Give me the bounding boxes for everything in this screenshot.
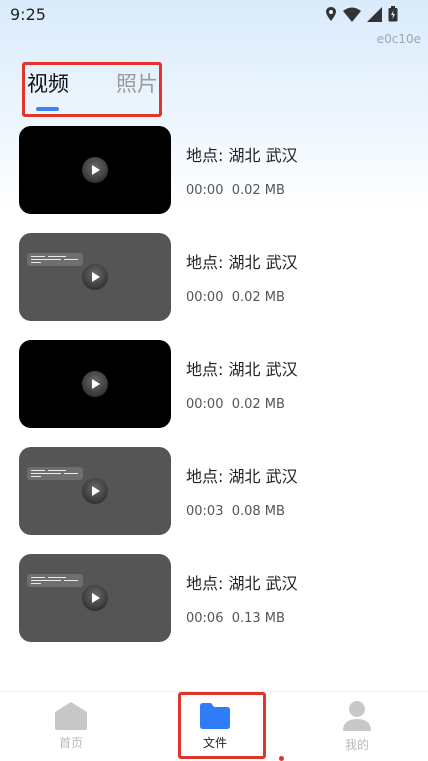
thumbnail-overlay: [27, 253, 83, 266]
video-duration: 00:00: [186, 183, 224, 198]
tab-photo[interactable]: 照片: [116, 68, 158, 98]
video-list: 地点: 湖北 武汉 00:00 0.02 MB 地点: 湖北 武汉 00:00 …: [19, 126, 419, 661]
video-location: 地点: 湖北 武汉: [186, 574, 298, 593]
video-item[interactable]: 地点: 湖北 武汉 00:00 0.02 MB: [19, 233, 419, 340]
signal-icon: [367, 6, 382, 22]
video-item[interactable]: 地点: 湖北 武汉 00:00 0.02 MB: [19, 340, 419, 447]
play-icon[interactable]: [82, 157, 108, 183]
video-thumbnail[interactable]: [19, 447, 171, 535]
video-location: 地点: 湖北 武汉: [186, 146, 298, 165]
video-meta: 00:03 0.08 MB: [186, 504, 285, 519]
video-thumbnail[interactable]: [19, 233, 171, 321]
video-thumbnail[interactable]: [19, 554, 171, 642]
video-size: 0.13 MB: [231, 611, 285, 626]
red-dot: [279, 756, 284, 761]
active-tab-indicator: [36, 107, 59, 111]
video-item[interactable]: 地点: 湖北 武汉 00:06 0.13 MB: [19, 554, 419, 661]
video-size: 0.02 MB: [231, 290, 285, 305]
wifi-icon: [343, 7, 361, 22]
video-duration: 00:03: [186, 504, 224, 519]
video-thumbnail[interactable]: [19, 126, 171, 214]
video-meta: 00:00 0.02 MB: [186, 290, 285, 305]
video-duration: 00:00: [186, 290, 224, 305]
video-meta: 00:00 0.02 MB: [186, 183, 285, 198]
video-item[interactable]: 地点: 湖北 武汉 00:00 0.02 MB: [19, 126, 419, 233]
nav-mine[interactable]: 我的: [317, 700, 397, 753]
nav-mine-label: 我的: [344, 738, 369, 752]
thumbnail-overlay: [27, 574, 83, 587]
video-meta: 00:00 0.02 MB: [186, 397, 285, 412]
media-tabs: 视频 照片: [22, 62, 162, 117]
play-icon[interactable]: [82, 264, 108, 290]
video-meta: 00:06 0.13 MB: [186, 611, 285, 626]
video-location: 地点: 湖北 武汉: [186, 253, 298, 272]
nav-home-label: 首页: [58, 736, 83, 750]
play-icon[interactable]: [82, 371, 108, 397]
status-bar: 9:25: [0, 0, 428, 30]
location-icon: [326, 7, 336, 21]
video-size: 0.02 MB: [231, 397, 285, 412]
video-size: 0.08 MB: [231, 504, 285, 519]
app-screen: 9:25 e0c10e 视频 照片 地点: 湖北 武汉 00:00 0.02 M…: [0, 0, 428, 761]
status-icons: [325, 6, 398, 22]
video-thumbnail[interactable]: [19, 340, 171, 428]
thumbnail-overlay: [27, 467, 83, 480]
battery-icon: [388, 6, 398, 22]
status-time: 9:25: [10, 5, 46, 24]
video-location: 地点: 湖北 武汉: [186, 467, 298, 486]
video-duration: 00:00: [186, 397, 224, 412]
play-icon[interactable]: [82, 478, 108, 504]
video-item[interactable]: 地点: 湖北 武汉 00:03 0.08 MB: [19, 447, 419, 554]
play-icon[interactable]: [82, 585, 108, 611]
watermark-text: e0c10e: [376, 32, 421, 46]
home-icon: [55, 702, 87, 730]
video-location: 地点: 湖北 武汉: [186, 360, 298, 379]
person-icon: [343, 701, 371, 731]
video-size: 0.02 MB: [231, 183, 285, 198]
active-nav-highlight: [178, 692, 266, 759]
tab-video[interactable]: 视频: [27, 68, 69, 98]
nav-home[interactable]: 首页: [31, 700, 111, 751]
video-duration: 00:06: [186, 611, 224, 626]
